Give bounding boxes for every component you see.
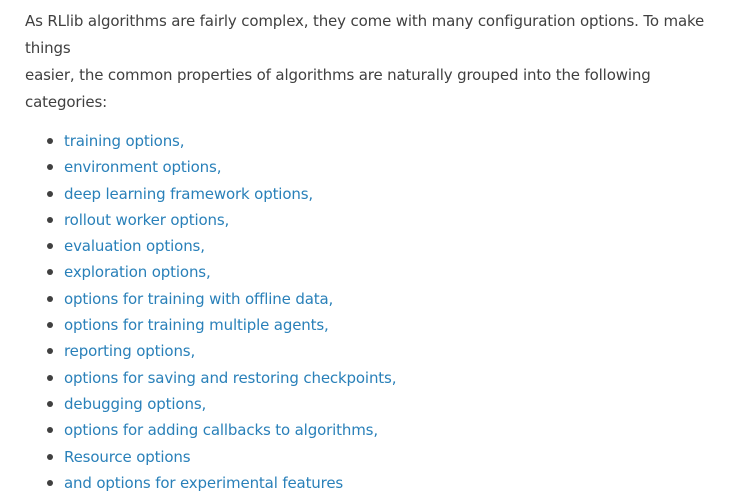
bullet-icon: [47, 164, 53, 171]
link-offline-data-options[interactable]: options for training with offline data,: [64, 290, 333, 308]
bullet-icon: [47, 216, 53, 223]
list-item: options for training with offline data,: [25, 286, 725, 312]
list-item: exploration options,: [25, 259, 725, 285]
bullet-icon: [47, 479, 53, 486]
list-item: training options,: [25, 128, 725, 154]
link-environment-options[interactable]: environment options,: [64, 158, 221, 176]
link-training-options[interactable]: training options,: [64, 132, 184, 150]
link-callbacks-options[interactable]: options for adding callbacks to algorith…: [64, 421, 378, 439]
list-item: options for saving and restoring checkpo…: [25, 365, 725, 391]
link-framework-options[interactable]: deep learning framework options,: [64, 185, 313, 203]
bullet-icon: [47, 348, 53, 355]
link-debugging-options[interactable]: debugging options,: [64, 395, 206, 413]
bullet-icon: [47, 243, 53, 250]
bullet-icon: [47, 269, 53, 276]
bullet-icon: [47, 453, 53, 460]
list-item: Resource options: [25, 444, 725, 470]
link-experimental-options[interactable]: and options for experimental features: [64, 474, 343, 492]
link-rollout-worker-options[interactable]: rollout worker options,: [64, 211, 229, 229]
bullet-icon: [47, 295, 53, 302]
list-item: debugging options,: [25, 391, 725, 417]
intro-line-1: As RLlib algorithms are fairly complex, …: [25, 12, 705, 57]
list-item: and options for experimental features: [25, 470, 725, 496]
link-reporting-options[interactable]: reporting options,: [64, 342, 195, 360]
link-resource-options[interactable]: Resource options: [64, 448, 191, 466]
intro-line-2: easier, the common properties of algorit…: [25, 66, 651, 111]
bullet-icon: [47, 190, 53, 197]
link-multi-agent-options[interactable]: options for training multiple agents,: [64, 316, 329, 334]
list-item: options for adding callbacks to algorith…: [25, 417, 725, 443]
bullet-icon: [47, 400, 53, 407]
link-exploration-options[interactable]: exploration options,: [64, 263, 211, 281]
bullet-icon: [47, 374, 53, 381]
list-item: evaluation options,: [25, 233, 725, 259]
config-categories-list: training options, environment options, d…: [25, 128, 725, 496]
bullet-icon: [47, 427, 53, 434]
list-item: environment options,: [25, 154, 725, 180]
intro-paragraph: As RLlib algorithms are fairly complex, …: [25, 8, 725, 116]
bullet-icon: [47, 322, 53, 329]
list-item: deep learning framework options,: [25, 181, 725, 207]
list-item: options for training multiple agents,: [25, 312, 725, 338]
list-item: rollout worker options,: [25, 207, 725, 233]
list-item: reporting options,: [25, 338, 725, 364]
link-checkpoint-options[interactable]: options for saving and restoring checkpo…: [64, 369, 396, 387]
bullet-icon: [47, 138, 53, 144]
doc-content: As RLlib algorithms are fairly complex, …: [0, 0, 725, 496]
link-evaluation-options[interactable]: evaluation options,: [64, 237, 205, 255]
